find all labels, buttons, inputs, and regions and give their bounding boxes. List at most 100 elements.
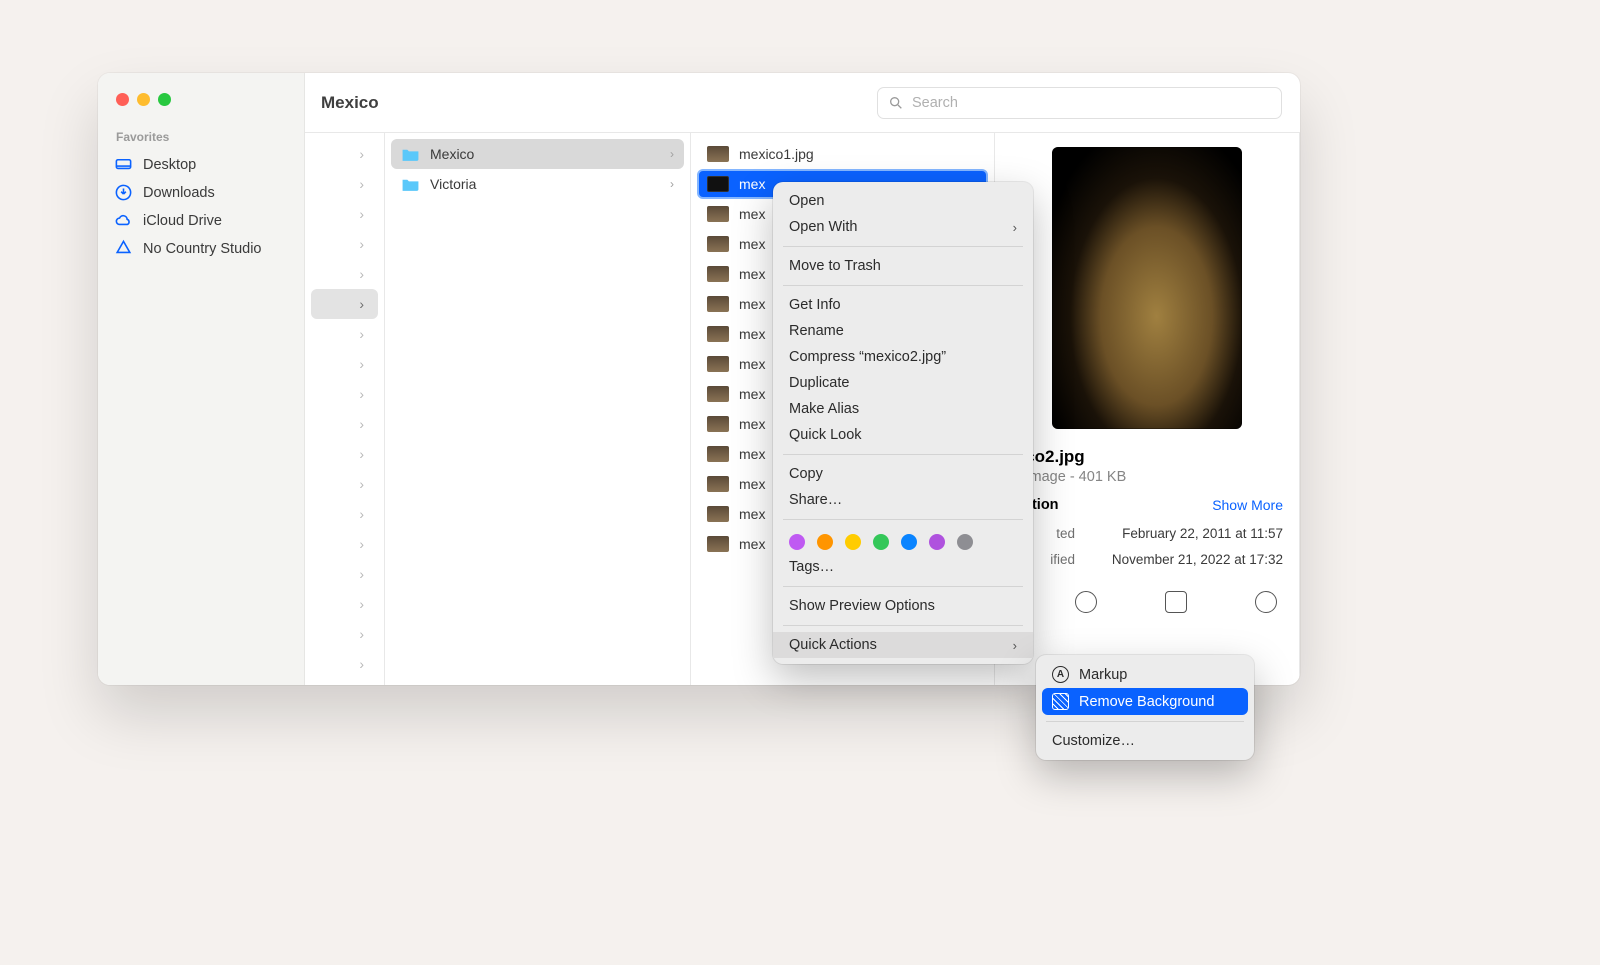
ctx-compress[interactable]: Compress “mexico2.jpg”	[773, 344, 1033, 370]
file-name: mex	[739, 476, 765, 492]
tag-dot-yellow[interactable]	[845, 534, 861, 550]
minimize-window-button[interactable]	[137, 93, 150, 106]
search-field[interactable]: Search	[877, 87, 1282, 119]
show-more-link[interactable]: Show More	[1212, 497, 1283, 513]
info-modified: ified November 21, 2022 at 17:32	[1011, 547, 1283, 573]
info-heading-row: mation Show More	[1011, 497, 1283, 513]
column-1-row[interactable]: ›	[311, 529, 378, 559]
sidebar-item-label: Downloads	[143, 185, 215, 201]
tag-dot-violet[interactable]	[929, 534, 945, 550]
chevron-right-icon: ›	[1013, 220, 1017, 235]
ctx-make-alias[interactable]: Make Alias	[773, 396, 1033, 422]
ctx-tags[interactable]: Tags…	[773, 554, 1033, 580]
markup-icon[interactable]	[1075, 591, 1097, 613]
tag-dot-blue[interactable]	[901, 534, 917, 550]
sidebar-item-no-country-studio[interactable]: No Country Studio	[98, 235, 304, 262]
column-1: › › › › › › › › › › › › › › › › › ›	[305, 133, 385, 685]
zoom-window-button[interactable]	[158, 93, 171, 106]
file-name: mex	[739, 536, 765, 552]
file-name: mex	[739, 176, 765, 192]
tag-dot-grey[interactable]	[957, 534, 973, 550]
file-name: mex	[739, 206, 765, 222]
column-1-row[interactable]: ›	[311, 259, 378, 289]
column-1-row[interactable]: ›	[311, 199, 378, 229]
close-window-button[interactable]	[116, 93, 129, 106]
qa-remove-background[interactable]: Remove Background	[1042, 688, 1248, 715]
sidebar-item-label: Desktop	[143, 157, 196, 173]
preview-subtitle: G image - 401 KB	[1011, 469, 1283, 497]
column-1-row[interactable]: ›	[311, 469, 378, 499]
column-1-row[interactable]: ›	[311, 319, 378, 349]
file-thumb	[707, 266, 729, 282]
chevron-right-icon: ›	[670, 177, 674, 191]
ctx-open[interactable]: Open	[773, 188, 1033, 214]
quick-actions-submenu: A Markup Remove Background Customize…	[1036, 655, 1254, 760]
column-1-row[interactable]: ›	[311, 349, 378, 379]
sidebar-item-label: iCloud Drive	[143, 213, 222, 229]
file-row[interactable]: mexico1.jpg	[697, 139, 988, 169]
tag-dot-purple[interactable]	[789, 534, 805, 550]
column-1-row[interactable]: ›	[311, 649, 378, 679]
background-icon[interactable]	[1165, 591, 1187, 613]
column-1-row[interactable]: ›	[311, 439, 378, 469]
preview-action-icons	[1011, 573, 1283, 613]
ctx-separator	[783, 454, 1023, 455]
tag-dot-green[interactable]	[873, 534, 889, 550]
ctx-tag-colors	[773, 526, 1033, 554]
file-thumb	[707, 476, 729, 492]
folder-name: Victoria	[430, 176, 476, 192]
file-name: mexico1.jpg	[739, 146, 814, 162]
folder-row-mexico[interactable]: Mexico ›	[391, 139, 684, 169]
ctx-rename[interactable]: Rename	[773, 318, 1033, 344]
sidebar: Favorites Desktop Downloads iCloud Drive…	[98, 73, 305, 685]
column-1-row[interactable]: ›	[311, 139, 378, 169]
file-name: mex	[739, 416, 765, 432]
column-1-row[interactable]: ›	[311, 169, 378, 199]
file-thumb	[707, 146, 729, 162]
file-name: mex	[739, 236, 765, 252]
column-1-row[interactable]: ›	[311, 229, 378, 259]
file-thumb	[707, 386, 729, 402]
ctx-quick-actions[interactable]: Quick Actions›	[773, 632, 1033, 658]
chevron-right-icon: ›	[670, 147, 674, 161]
ctx-move-to-trash[interactable]: Move to Trash	[773, 253, 1033, 279]
window-controls	[98, 85, 304, 126]
file-name: mex	[739, 356, 765, 372]
desktop-icon	[114, 155, 133, 174]
ctx-get-info[interactable]: Get Info	[773, 292, 1033, 318]
ctx-separator	[783, 285, 1023, 286]
more-icon[interactable]	[1255, 591, 1277, 613]
sidebar-section-heading: Favorites	[98, 126, 304, 150]
folder-icon	[401, 147, 420, 162]
file-name: mex	[739, 296, 765, 312]
preview-column: xico2.jpg G image - 401 KB mation Show M…	[995, 133, 1300, 685]
qa-customize[interactable]: Customize…	[1036, 728, 1254, 754]
column-1-row[interactable]: ›	[311, 379, 378, 409]
ctx-copy[interactable]: Copy	[773, 461, 1033, 487]
ctx-separator	[783, 246, 1023, 247]
folder-name: Mexico	[430, 146, 474, 162]
folder-row-victoria[interactable]: Victoria ›	[391, 169, 684, 199]
file-name: mex	[739, 506, 765, 522]
preview-filename: xico2.jpg	[1011, 447, 1283, 469]
ctx-show-preview-options[interactable]: Show Preview Options	[773, 593, 1033, 619]
ctx-duplicate[interactable]: Duplicate	[773, 370, 1033, 396]
ctx-quick-look[interactable]: Quick Look	[773, 422, 1033, 448]
column-1-row-selected[interactable]: ›	[311, 289, 378, 319]
column-1-row[interactable]: ›	[311, 589, 378, 619]
tag-dot-orange[interactable]	[817, 534, 833, 550]
column-1-row[interactable]: ›	[311, 499, 378, 529]
info-value: February 22, 2011 at 11:57	[1083, 521, 1283, 547]
sidebar-item-desktop[interactable]: Desktop	[98, 151, 304, 178]
context-menu: Open Open With› Move to Trash Get Info R…	[773, 182, 1033, 664]
column-1-row[interactable]: ›	[311, 619, 378, 649]
downloads-icon	[114, 183, 133, 202]
column-1-row[interactable]: ›	[311, 559, 378, 589]
drive-icon	[114, 239, 133, 258]
sidebar-item-icloud-drive[interactable]: iCloud Drive	[98, 207, 304, 234]
ctx-open-with[interactable]: Open With›	[773, 214, 1033, 240]
ctx-share[interactable]: Share…	[773, 487, 1033, 513]
column-1-row[interactable]: ›	[311, 409, 378, 439]
sidebar-item-downloads[interactable]: Downloads	[98, 179, 304, 206]
qa-markup[interactable]: A Markup	[1036, 661, 1254, 688]
